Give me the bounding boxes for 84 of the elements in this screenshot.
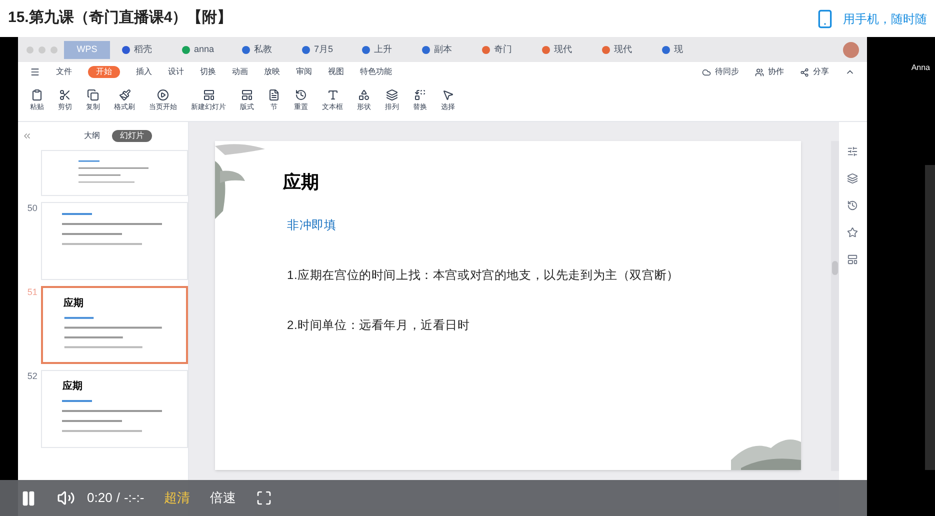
menu-tab[interactable]: 文件 [56,66,72,78]
slide-thumbnail[interactable]: 应期 [41,370,188,448]
toolbar-icon [358,89,370,102]
current-time: 0:20 [87,489,112,508]
slide-bullet: 1.应期在宫位的时间上找：本宫或对宫的地支，以先走到为主（双宫断） [286,267,680,284]
file-type-icon [542,46,550,54]
toolbar-icon [268,89,280,102]
file-type-icon [302,46,310,54]
history-icon[interactable] [847,200,858,211]
document-tab[interactable]: 上升 [354,40,410,58]
share-icon [800,68,809,76]
toolbar-icon [202,89,214,102]
duration: -:-:- [124,489,144,508]
volume-icon[interactable] [57,489,75,507]
toolbar-icon [414,89,426,102]
mobile-link[interactable]: 用手机，随时随 [843,10,927,28]
speed-button[interactable]: 倍速 [210,488,236,508]
cloud-icon [702,68,711,76]
menu-tab[interactable]: 视图 [328,66,344,78]
viewer-name: Anna [911,62,930,74]
document-tab[interactable]: 7月5 [294,40,350,58]
time-separator: / [116,489,120,508]
file-type-icon [182,46,190,54]
file-type-icon [242,46,250,54]
menu-tab[interactable]: 动画 [232,66,248,78]
fullscreen-icon[interactable] [256,490,272,506]
toolbar-icon [295,89,307,102]
menu-tab[interactable]: 设计 [168,66,184,78]
toolbar-link[interactable]: 分享 [813,66,829,78]
document-tab[interactable]: anna [174,40,230,58]
slide-bullet: 2.时间单位：远看年月，近看日时 [286,317,471,334]
toolbar-icon [326,89,338,102]
collapse-panel-icon[interactable] [22,131,32,141]
star-icon[interactable] [847,227,858,238]
toolbar-icon [386,89,398,102]
menu-icon[interactable] [30,67,40,77]
menu-tab[interactable]: 审阅 [296,66,312,78]
window-controls-icon [26,46,60,54]
page-title: 15.第九课（奇门直播课4）【附】 [8,8,232,28]
toolbar-icon [87,89,99,102]
document-tab[interactable]: 稻壳 [114,40,170,58]
thumbnail-title: 应期 [63,296,84,311]
slide-subtitle: 非冲即填 [286,217,338,234]
thumbnail-title: 应期 [62,379,84,394]
document-tab[interactable]: 现代 [534,40,590,58]
scrollbar-thumb[interactable] [832,261,838,275]
slide-number: 51 [26,286,38,299]
slide-number: 52 [26,370,38,383]
toolbar-icon [31,89,43,102]
document-tab[interactable]: 奇门 [474,40,530,58]
toolbar-link[interactable]: 待同步 [715,66,739,78]
slide-title: 应期 [282,171,320,194]
slide-thumbnail[interactable]: 应期 [41,286,188,364]
panel-tab[interactable]: 大纲 [76,130,108,142]
file-type-icon [422,46,430,54]
avatar-icon[interactable] [843,42,859,58]
slide-number: 50 [26,202,38,215]
slide-thumbnail[interactable] [41,202,188,280]
people-icon [755,68,764,76]
toolbar-icon [442,89,454,102]
properties-icon[interactable] [847,146,858,157]
menu-tab[interactable]: 插入 [136,66,152,78]
layers-icon[interactable] [847,173,858,184]
document-tab[interactable]: 副本 [414,40,470,58]
menu-tab[interactable]: 特色功能 [360,66,392,78]
slide-thumbnail[interactable] [41,150,188,196]
toolbar-icon [59,89,71,102]
pause-button[interactable] [20,490,37,506]
document-tab[interactable]: 现代 [594,40,650,58]
file-type-icon [362,46,370,54]
file-type-icon [122,46,130,54]
document-tab[interactable]: 私教 [234,40,290,58]
file-type-icon [662,46,670,54]
template-icon[interactable] [847,254,858,265]
toolbar-link[interactable]: 协作 [768,66,784,78]
toolbar-icon [241,89,253,102]
menu-tab[interactable]: 放映 [264,66,280,78]
menu-tab[interactable]: 切换 [200,66,216,78]
file-type-icon [602,46,610,54]
toolbar-icon [118,89,130,102]
toolbar-icon [157,89,169,102]
file-type-icon [482,46,490,54]
document-tab[interactable]: 现 [654,40,710,58]
panel-tab[interactable]: 幻灯片 [112,130,152,142]
